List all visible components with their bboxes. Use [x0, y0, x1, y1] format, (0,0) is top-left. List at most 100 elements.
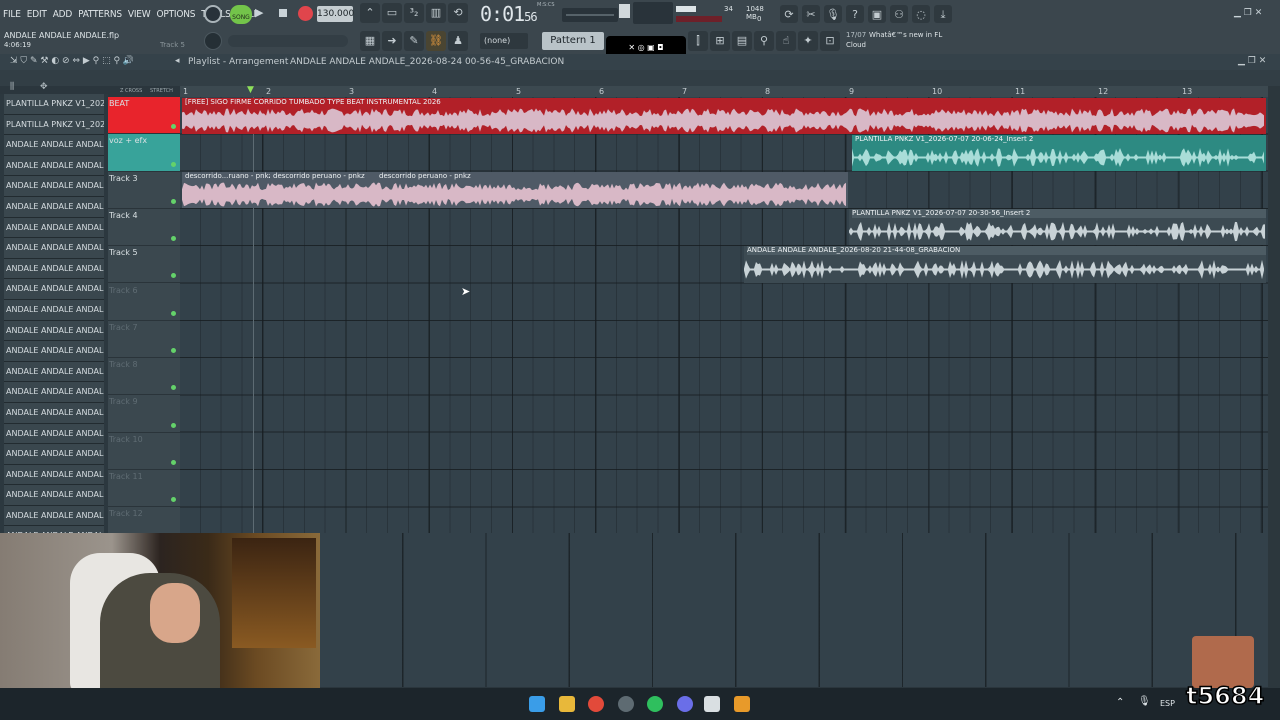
help-button[interactable]: ? [846, 5, 864, 23]
shop-button[interactable]: ⊡ [820, 31, 840, 51]
picker-item[interactable]: ANDALE ANDALE ANDALE_... [4, 402, 104, 424]
countdown-button[interactable]: ³₂ [404, 3, 424, 23]
track-mute-led[interactable] [171, 161, 176, 167]
picker-item[interactable]: PLANTILLA PNKZ V1_2026... [4, 114, 104, 136]
track-header[interactable]: Track 7 [108, 321, 180, 359]
track-mute-led[interactable] [171, 310, 176, 316]
mixer-button[interactable]: ⫿ [688, 31, 708, 51]
timeline-ruler[interactable]: 1 2 3 4 5 6 7 8 9 10 11 12 13 ▼ [180, 85, 1268, 97]
main-pitch-knob[interactable] [204, 32, 222, 50]
save-button[interactable]: ▣ [868, 5, 886, 23]
track-header[interactable]: Track 5 [108, 246, 180, 284]
link-button[interactable]: ⛓ [426, 31, 446, 51]
track-mute-led[interactable] [171, 124, 176, 130]
picker-item[interactable]: ANDALE ANDALE ANDALE_... [4, 320, 104, 342]
song-mode-button[interactable]: SONG [230, 5, 252, 24]
track-header[interactable]: Track 11 [108, 470, 180, 508]
master-knob[interactable] [204, 5, 222, 23]
piano-roll-button[interactable]: ▦ [360, 31, 380, 51]
picker-item[interactable]: ANDALE ANDALE ANDALE_... [4, 464, 104, 486]
picker-item[interactable]: ANDALE ANDALE ANDALE_... [4, 258, 104, 280]
track-header[interactable]: Track 6 [108, 284, 180, 321]
tools-button[interactable]: ✦ [798, 31, 818, 51]
playlist-window-controls[interactable]: ▁ ❐ ✕ [1238, 56, 1266, 66]
picker-item[interactable]: ANDALE ANDALE ANDALE_... [4, 361, 104, 383]
pattern-selector[interactable]: Pattern 1 [542, 32, 604, 50]
track-header[interactable]: Track 4 [108, 209, 180, 247]
playlist-grid[interactable]: [FREE] SIGO FIRME CORRIDO TUMBADO TYPE B… [180, 97, 1268, 533]
play-button[interactable]: ▶ [255, 6, 263, 19]
picker-item[interactable]: ANDALE ANDALE ANDALE_... [4, 485, 104, 506]
track-header[interactable]: Track 8 [108, 358, 180, 396]
main-volume-slider[interactable] [228, 35, 348, 47]
metronome-button[interactable]: ⌃ [360, 3, 380, 23]
track-header[interactable]: Track 3 [108, 172, 180, 209]
track-mute-led[interactable] [171, 236, 176, 242]
vertical-scrollbar[interactable] [1268, 86, 1280, 688]
touch-button[interactable]: ☝ [776, 31, 796, 51]
picker-item[interactable]: ANDALE ANDALE ANDALE_... [4, 444, 104, 465]
picker-item[interactable]: ANDALE ANDALE ANDALE_... [4, 505, 104, 527]
track-mute-led[interactable] [171, 422, 176, 428]
plugin-picker-button[interactable]: ⚲ [754, 31, 774, 51]
picker-item[interactable]: ANDALE ANDALE ANDALE_... [4, 279, 104, 300]
minimize-icon[interactable]: ▁ [1234, 8, 1241, 18]
cut-tool-button[interactable]: ✂ [802, 5, 820, 23]
menu-file[interactable]: FILE [0, 9, 24, 20]
language-indicator[interactable]: ESP [1160, 699, 1175, 708]
snap-label[interactable]: Z CROSS [120, 88, 142, 94]
track-header[interactable]: BEAT [108, 97, 180, 135]
menu-patterns[interactable]: PATTERNS [75, 9, 125, 20]
app-swirl-icon[interactable] [618, 696, 634, 712]
master-pitch-slider[interactable] [633, 2, 673, 24]
clip-track4[interactable]: PLANTILLA PNKZ V1_2026-07-07 20-30-56_In… [849, 209, 1266, 245]
picker-item[interactable]: ANDALE ANDALE ANDALE_... [4, 423, 104, 445]
close-icon[interactable]: ✕ [1255, 8, 1263, 18]
picker-item[interactable]: ANDALE ANDALE ANDALE_... [4, 135, 104, 156]
loop-record-button[interactable]: ⟲ [448, 3, 468, 23]
clip-track5[interactable]: ANDALE ANDALE ANDALE_2026-08-20 21-44-08… [744, 246, 1266, 283]
track-mute-led[interactable] [171, 385, 176, 391]
playhead-marker-icon[interactable]: ▼ [247, 85, 254, 95]
track-header[interactable]: Track 9 [108, 395, 180, 433]
track-mute-led[interactable] [171, 459, 176, 465]
stop-button[interactable] [279, 9, 287, 17]
chat-button[interactable]: ◌ [912, 5, 930, 23]
picker-item[interactable]: ANDALE ANDALE ANDALE_... [4, 341, 104, 362]
channel-rack-button[interactable]: ⊞ [710, 31, 730, 51]
playlist-grid-lower[interactable] [320, 533, 1268, 687]
refresh-button[interactable]: ⟳ [780, 5, 798, 23]
file-explorer-icon[interactable] [559, 696, 575, 712]
record-button[interactable] [298, 6, 313, 21]
fl-studio-icon[interactable] [734, 696, 750, 712]
none-selector[interactable]: (none) [480, 33, 528, 49]
menu-edit[interactable]: EDIT [24, 9, 50, 20]
track-header[interactable]: Track 10 [108, 433, 180, 470]
master-volume-handle[interactable] [619, 4, 630, 18]
step-edit-button[interactable]: ▥ [426, 3, 446, 23]
pencil-button[interactable]: ✎ [404, 31, 424, 51]
menu-options[interactable]: OPTIONS [153, 9, 198, 20]
restore-icon[interactable]: ❐ [1244, 8, 1252, 18]
tray-up-icon[interactable]: ⌃ [1116, 697, 1124, 708]
tempo-display[interactable]: 130.000 [317, 6, 354, 22]
whatsapp-icon[interactable] [647, 696, 663, 712]
clip-voz[interactable]: PLANTILLA PNKZ V1_2026-07-07 20-06-24_In… [852, 135, 1266, 171]
track-mute-led[interactable] [171, 348, 176, 354]
microphone-tray-icon[interactable]: 🎙 [1138, 696, 1151, 707]
track-header[interactable]: voz + efx [108, 134, 180, 172]
track-mute-led[interactable] [171, 273, 176, 279]
picker-item[interactable]: ANDALE ANDALE ANDALE_... [4, 155, 104, 177]
master-volume-slider[interactable] [562, 8, 618, 22]
picker-item[interactable]: PLANTILLA PNKZ V1_2026... [4, 94, 104, 115]
menu-view[interactable]: VIEW [125, 9, 154, 20]
chrome-icon[interactable] [588, 696, 604, 712]
menu-add[interactable]: ADD [50, 9, 75, 20]
browser-button[interactable]: ▤ [732, 31, 752, 51]
wait-input-button[interactable]: ▭ [382, 3, 402, 23]
browser-expand-icon[interactable]: ✥ [40, 82, 48, 92]
picker-item[interactable]: ANDALE ANDALE ANDALE_... [4, 238, 104, 259]
stamp-button[interactable]: ♟ [448, 31, 468, 51]
discord-icon[interactable] [677, 696, 693, 712]
download-button[interactable]: ⤓ [934, 5, 952, 23]
